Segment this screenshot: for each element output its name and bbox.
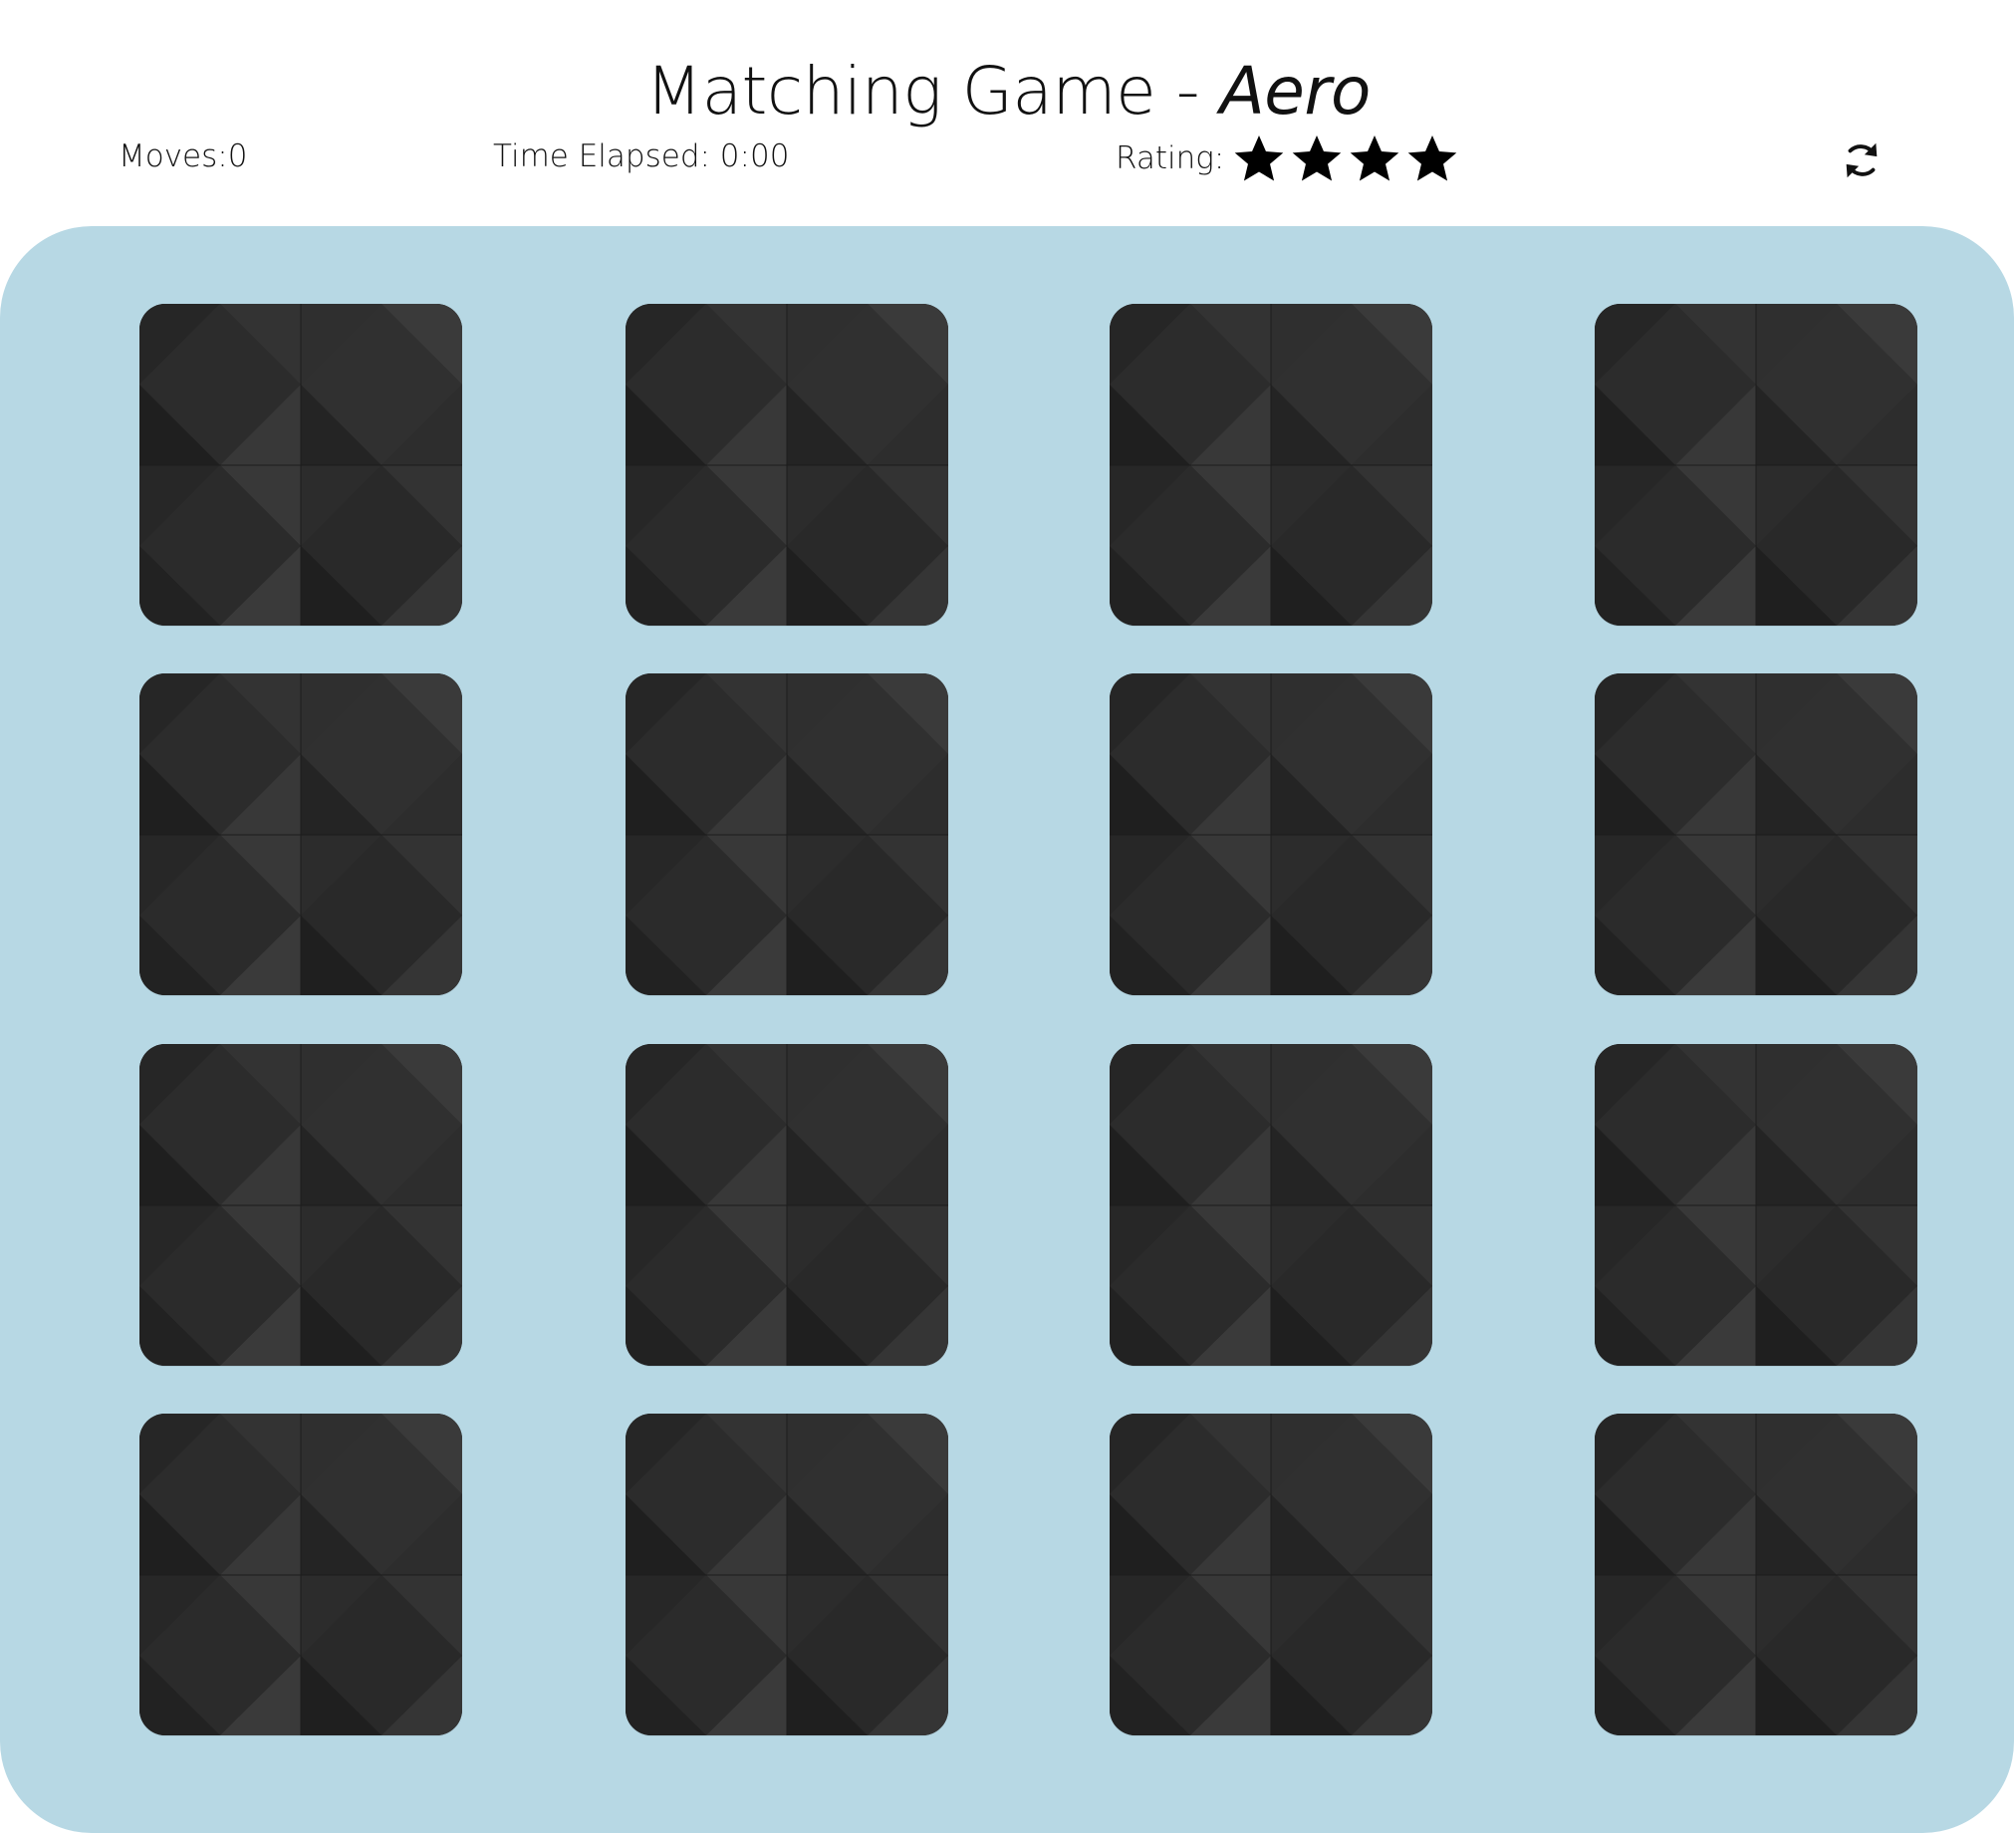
card-16[interactable]: [1595, 1414, 1917, 1735]
title-prefix: Matching Game -: [645, 53, 1220, 131]
card-back-pattern: [1110, 673, 1432, 995]
card-back-pattern: [626, 1044, 948, 1366]
time-label: Time Elapsed:: [493, 138, 720, 174]
card-13[interactable]: [139, 1414, 462, 1735]
star-icon: [1235, 135, 1284, 181]
card-10[interactable]: [626, 1044, 948, 1366]
card-back-pattern: [139, 673, 462, 995]
moves-label: Moves:: [119, 138, 228, 174]
star-icon: [1351, 135, 1399, 181]
title-game-name: Aero: [1219, 53, 1372, 131]
card-11[interactable]: [1110, 1044, 1432, 1366]
card-12[interactable]: [1595, 1044, 1917, 1366]
card-back-pattern: [1110, 1044, 1432, 1366]
star-icon: [1293, 135, 1342, 181]
card-back-pattern: [139, 1414, 462, 1735]
card-deck: [0, 226, 2014, 1833]
rating: Rating:: [1116, 131, 1459, 185]
card-back-pattern: [626, 1414, 948, 1735]
card-2[interactable]: [626, 304, 948, 626]
card-9[interactable]: [139, 1044, 462, 1366]
moves-counter: Moves:0: [119, 131, 247, 181]
card-back-pattern: [626, 304, 948, 626]
star-icon: [1408, 135, 1457, 181]
card-4[interactable]: [1595, 304, 1917, 626]
card-1[interactable]: [139, 304, 462, 626]
time-elapsed: Time Elapsed: 0:00: [493, 131, 789, 181]
card-15[interactable]: [1110, 1414, 1432, 1735]
restart-button[interactable]: [1839, 137, 1885, 183]
card-back-pattern: [1595, 1044, 1917, 1366]
card-back-pattern: [139, 304, 462, 626]
card-back-pattern: [139, 1044, 462, 1366]
rating-label: Rating:: [1116, 140, 1225, 176]
card-back-pattern: [1595, 673, 1917, 995]
card-8[interactable]: [1595, 673, 1917, 995]
card-back-pattern: [1595, 1414, 1917, 1735]
card-back-pattern: [1595, 304, 1917, 626]
restart-icon: [1839, 137, 1885, 183]
card-5[interactable]: [139, 673, 462, 995]
rating-stars: [1232, 131, 1459, 185]
card-back-pattern: [1110, 1414, 1432, 1735]
moves-value: 0: [227, 138, 248, 174]
card-back-pattern: [626, 673, 948, 995]
page-title: Matching Game - Aero: [0, 48, 2016, 135]
card-7[interactable]: [1110, 673, 1432, 995]
card-3[interactable]: [1110, 304, 1432, 626]
card-6[interactable]: [626, 673, 948, 995]
card-back-pattern: [1110, 304, 1432, 626]
card-14[interactable]: [626, 1414, 948, 1735]
time-value: 0:00: [719, 138, 790, 174]
